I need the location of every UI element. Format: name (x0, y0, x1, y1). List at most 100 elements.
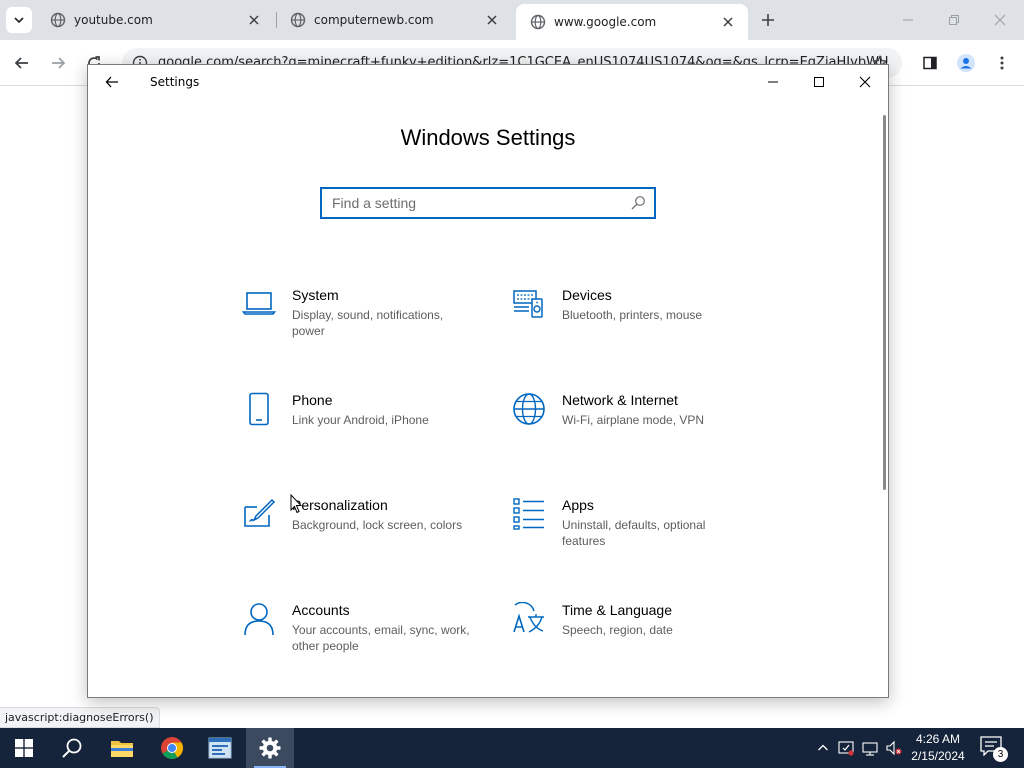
category-description: Link your Android, iPhone (292, 413, 429, 427)
globe-icon (513, 393, 545, 425)
back-button[interactable] (10, 51, 34, 75)
settings-category-network[interactable]: Network & Internet Wi-Fi, airplane mode,… (512, 392, 752, 462)
time-language-icon (513, 602, 544, 633)
window-app-icon (208, 737, 232, 759)
browser-close-button[interactable] (986, 8, 1014, 32)
phone-icon (249, 392, 269, 426)
settings-category-personalization[interactable]: Personalization Background, lock screen,… (242, 497, 482, 567)
settings-category-time-language[interactable]: Time & Language Speech, region, date (512, 602, 752, 672)
close-icon[interactable] (246, 12, 262, 28)
tab-youtube[interactable]: youtube.com (36, 0, 274, 40)
category-description: Speech, region, date (562, 623, 673, 637)
browser-tab-strip: youtube.com computernewb.com www.google.… (0, 0, 1024, 40)
settings-search-input[interactable] (322, 189, 622, 217)
tab-search-button[interactable] (6, 7, 32, 33)
clock-date: 2/15/2024 (911, 749, 965, 763)
globe-icon (290, 12, 306, 28)
browser-minimize-button[interactable] (894, 8, 922, 32)
category-name: System (292, 287, 339, 303)
settings-category-apps[interactable]: Apps Uninstall, defaults, optional featu… (512, 497, 752, 567)
arrow-left-icon (14, 57, 28, 69)
laptop-icon (242, 292, 276, 315)
category-description: Display, sound, notifications, power (292, 308, 444, 338)
new-tab-button[interactable] (758, 10, 778, 30)
settings-window: Settings Windows Settings System Display… (87, 64, 889, 698)
taskbar-app[interactable] (196, 728, 244, 768)
category-name: Apps (562, 497, 594, 513)
tab-title: youtube.com (74, 13, 153, 27)
category-description: Wi-Fi, airplane mode, VPN (562, 413, 705, 427)
forward-button[interactable] (46, 51, 70, 75)
tray-volume[interactable] (886, 740, 902, 756)
tray-security[interactable] (838, 740, 854, 756)
close-icon (859, 76, 871, 88)
tab-title: www.google.com (554, 15, 657, 29)
chevron-down-icon (14, 17, 24, 24)
action-center-button[interactable]: 3 (980, 736, 1008, 762)
search-icon (631, 196, 645, 210)
category-name: Personalization (292, 497, 388, 513)
page-title: Windows Settings (400, 125, 576, 150)
tab-computernewb[interactable]: computernewb.com (276, 0, 512, 40)
windows-logo-icon (15, 739, 33, 757)
plus-icon (762, 14, 774, 26)
category-name: Devices (562, 287, 612, 303)
category-name: Time & Language (562, 602, 672, 618)
security-icon (838, 741, 854, 756)
gear-icon (259, 737, 281, 759)
category-description: Your accounts, email, sync, work, other … (292, 623, 470, 653)
tab-title: computernewb.com (314, 13, 434, 27)
category-description: Background, lock screen, colors (292, 518, 463, 532)
settings-category-devices[interactable]: Devices Bluetooth, printers, mouse (512, 287, 752, 357)
category-description: Uninstall, defaults, optional features (562, 518, 706, 548)
apps-list-icon (513, 498, 544, 530)
settings-maximize-button[interactable] (804, 70, 834, 94)
browser-restore-button[interactable] (940, 8, 968, 32)
minimize-icon (903, 19, 913, 21)
settings-minimize-button[interactable] (758, 70, 788, 94)
settings-close-button[interactable] (850, 70, 880, 94)
taskbar-chrome[interactable] (148, 728, 196, 768)
category-name: Accounts (292, 602, 350, 618)
tray-network[interactable] (862, 740, 878, 756)
arrow-right-icon (52, 57, 66, 69)
side-panel-icon (923, 56, 937, 70)
taskbar-search-button[interactable] (48, 728, 96, 768)
settings-back-button[interactable] (102, 72, 122, 92)
tray-overflow-button[interactable] (815, 740, 831, 756)
paint-icon (244, 498, 276, 527)
mouse-cursor-icon (290, 494, 302, 514)
settings-category-phone[interactable]: Phone Link your Android, iPhone (242, 392, 482, 462)
folder-icon (111, 741, 133, 757)
taskbar-settings[interactable] (246, 728, 294, 768)
side-panel-button[interactable] (918, 51, 942, 75)
close-icon (994, 14, 1006, 26)
settings-titlebar[interactable]: Settings (88, 65, 888, 99)
category-name: Network & Internet (562, 392, 678, 408)
notification-count-badge: 3 (993, 747, 1008, 762)
search-icon (62, 738, 82, 758)
network-icon (862, 742, 878, 756)
devices-icon (513, 290, 543, 318)
close-icon[interactable] (484, 12, 500, 28)
clock-time: 4:26 AM (915, 732, 961, 746)
category-name: Phone (292, 392, 333, 408)
settings-category-accounts[interactable]: Accounts Your accounts, email, sync, wor… (242, 602, 482, 672)
category-description: Bluetooth, printers, mouse (562, 308, 703, 322)
close-icon[interactable] (720, 14, 736, 30)
chrome-icon (161, 737, 183, 759)
taskbar-clock[interactable]: 4:26 AM 2/15/2024 (906, 731, 970, 765)
settings-search-box[interactable] (320, 187, 656, 219)
link-status-bar: javascript:diagnoseErrors() (0, 707, 160, 728)
chrome-menu-button[interactable] (990, 51, 1014, 75)
taskbar-file-explorer[interactable] (98, 728, 146, 768)
tab-google[interactable]: www.google.com (516, 4, 748, 40)
settings-category-system[interactable]: System Display, sound, notifications, po… (242, 287, 482, 357)
person-icon (244, 603, 274, 636)
profile-button[interactable] (954, 51, 978, 75)
restore-icon (949, 15, 959, 25)
start-button[interactable] (0, 728, 48, 768)
maximize-icon (814, 77, 824, 87)
settings-scrollbar[interactable] (883, 115, 886, 490)
more-vertical-icon (1000, 56, 1004, 70)
